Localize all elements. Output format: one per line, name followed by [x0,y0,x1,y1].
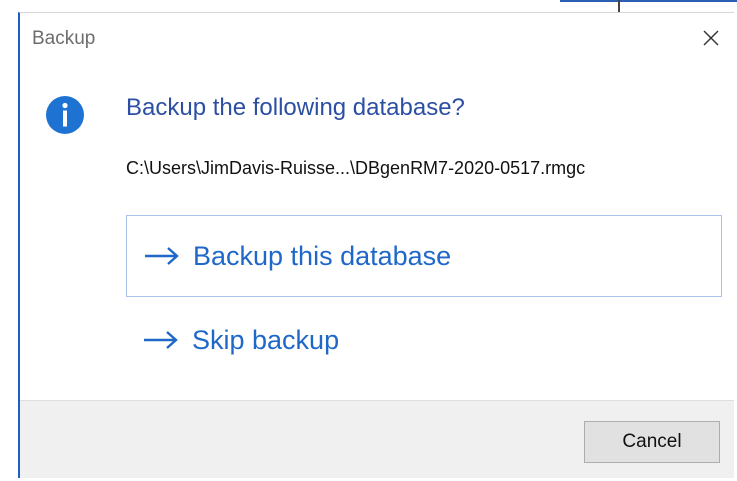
skip-backup-button[interactable]: Skip backup [126,308,722,372]
arrow-right-icon [144,331,178,349]
background-window-divider [618,0,620,12]
close-icon [703,30,719,46]
screen: Backup Backup the following database? C:… [0,0,737,481]
database-path: C:\Users\JimDavis-Ruisse...\DBgenRM7-202… [126,158,586,178]
backup-dialog: Backup Backup the following database? C:… [18,12,734,478]
background-window-edge [560,0,737,2]
skip-backup-label: Skip backup [192,324,340,355]
backup-this-database-label: Backup this database [193,240,452,271]
info-icon [46,96,84,134]
dialog-heading: Backup the following database? [126,94,465,121]
title-bar: Backup [20,13,734,63]
arrow-right-icon [145,247,179,265]
close-button[interactable] [694,23,728,53]
dialog-footer: Cancel [20,400,734,478]
window-title: Backup [32,28,96,49]
cancel-button[interactable]: Cancel [584,421,720,463]
backup-this-database-button[interactable]: Backup this database [126,215,722,297]
